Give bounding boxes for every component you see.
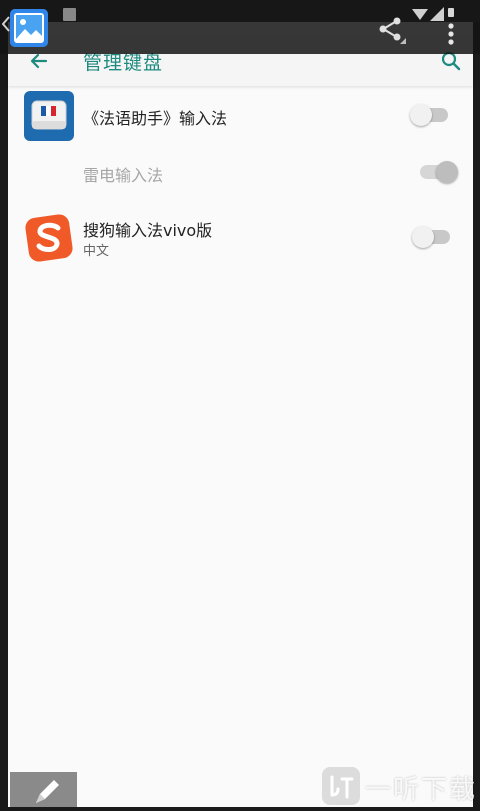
keyboard-row-french-assistant[interactable]: 《法语助手》输入法 bbox=[8, 88, 473, 144]
toggle-thumb bbox=[436, 161, 458, 183]
image-viewer: 管理键盘 《法语助手》输入法 雷电输入法 搜狗输入法vivo版 中文 一听下载 bbox=[0, 0, 480, 807]
viewer-toolbar bbox=[0, 0, 480, 54]
keyboard-row-sogou[interactable]: 搜狗输入法vivo版 中文 bbox=[8, 210, 473, 266]
keyboard-name: 《法语助手》输入法 bbox=[83, 109, 228, 128]
keyboard-toggle-french-assistant[interactable] bbox=[410, 104, 448, 126]
toggle-thumb bbox=[412, 226, 434, 248]
keyboard-language: 中文 bbox=[83, 244, 110, 259]
more-vert-icon bbox=[448, 8, 454, 45]
share-icon bbox=[379, 17, 406, 44]
share-button[interactable] bbox=[376, 14, 406, 44]
watermark-text: 一听下载 bbox=[365, 775, 478, 805]
french-assistant-keyboard-icon bbox=[24, 91, 74, 141]
keyboard-name: 雷电输入法 bbox=[83, 166, 164, 185]
sogou-icon bbox=[24, 213, 74, 263]
toggle-thumb bbox=[410, 104, 432, 126]
gallery-app-icon bbox=[10, 9, 48, 47]
keyboard-name: 搜狗输入法vivo版 bbox=[83, 221, 213, 240]
more-options-button[interactable] bbox=[444, 8, 458, 48]
keyboard-toggle-sogou[interactable] bbox=[412, 226, 450, 248]
watermark: 一听下载 bbox=[320, 765, 480, 807]
watermark-logo-icon bbox=[322, 767, 360, 805]
pencil-icon bbox=[36, 780, 59, 803]
edit-button[interactable] bbox=[10, 772, 77, 807]
keyboard-toggle-leidian bbox=[420, 161, 458, 183]
signal-icon bbox=[412, 6, 428, 20]
cellular-icon bbox=[430, 6, 444, 21]
keyboard-row-leidian: 雷电输入法 bbox=[8, 148, 473, 196]
image-icon bbox=[63, 8, 76, 21]
